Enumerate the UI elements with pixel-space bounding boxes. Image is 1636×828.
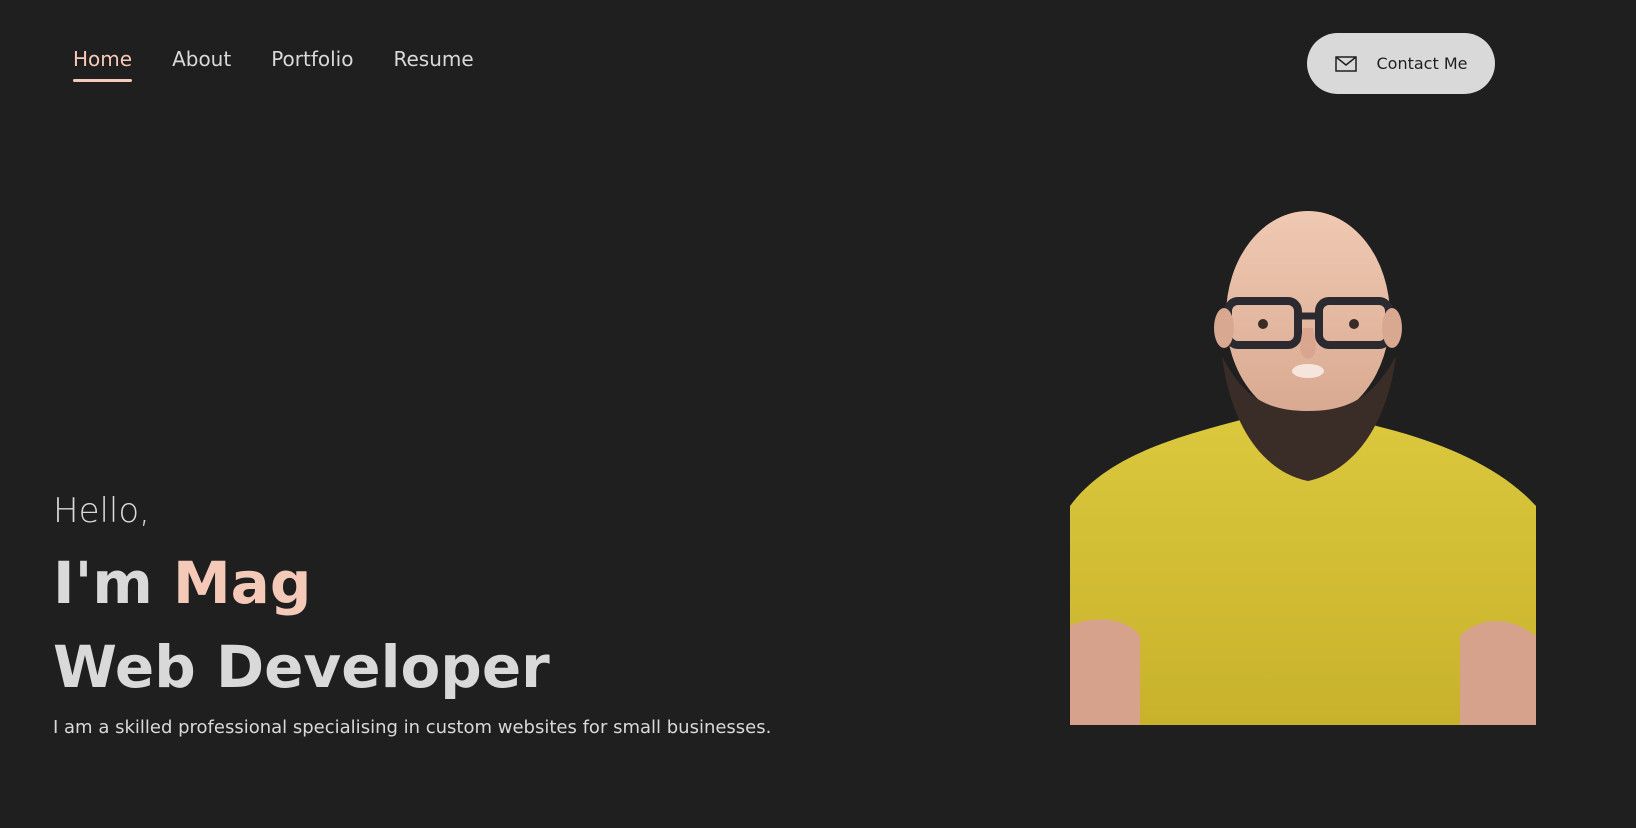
nav-link-home[interactable]: Home [73,47,133,82]
mail-icon [1334,55,1357,72]
profile-photo [1070,206,1536,725]
nav-link-about[interactable]: About [172,47,231,82]
hero-section: Hello, I'm Mag Web Developer I am a skil… [53,488,953,741]
nav-link-resume[interactable]: Resume [393,47,473,82]
hero-intro-prefix: I'm [53,549,173,617]
hero-intro: I'm Mag [53,544,953,622]
hero-greeting: Hello, [53,491,150,531]
nav-link-portfolio[interactable]: Portfolio [271,47,353,82]
top-navigation: Home About Portfolio Resume Contact Me [0,0,1636,120]
hero-role: Web Developer [53,633,550,701]
nav-links: Home About Portfolio Resume [73,47,474,82]
hero-name: Mag [172,549,312,617]
hero-description: I am a skilled professional specialising… [53,717,772,738]
contact-me-button[interactable]: Contact Me [1307,33,1495,94]
contact-me-label: Contact Me [1376,54,1468,73]
